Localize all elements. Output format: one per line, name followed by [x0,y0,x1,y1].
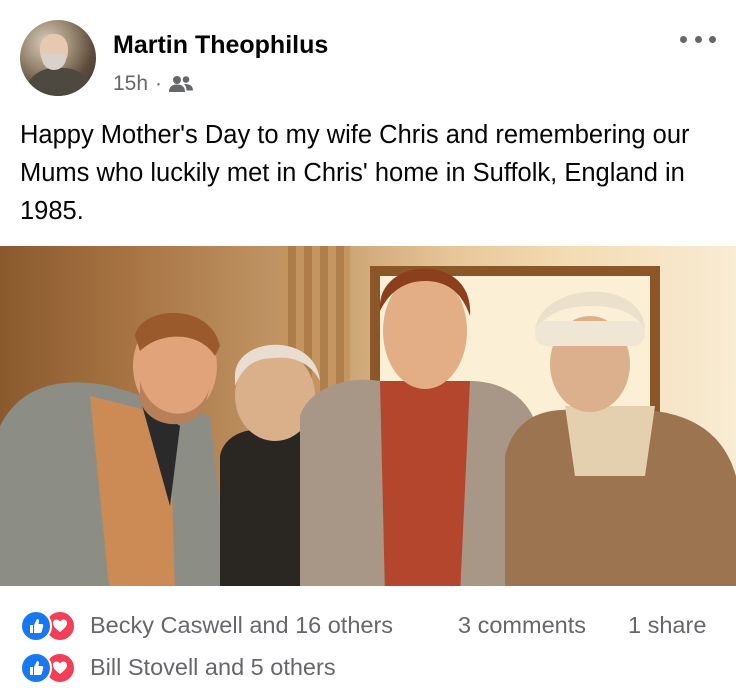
shares-count[interactable]: 1 share [628,612,706,639]
post-photo[interactable] [0,246,736,586]
reactions-summary[interactable]: Bill Stovell and 5 others [90,654,336,681]
more-options-icon[interactable] [680,32,716,46]
meta-separator: · [155,72,163,95]
like-icon [20,610,52,642]
post-text: Happy Mother's Day to my wife Chris and … [20,121,690,225]
comment-reactions-bar: Bill Stovell and 5 others [0,650,736,690]
post-reactions-bar: Becky Caswell and 16 others 3 comments 1… [0,608,736,648]
like-icon [20,652,52,684]
author-name[interactable]: Martin Theophilus [113,31,328,60]
post-meta: 15h · [113,72,194,96]
friends-icon[interactable] [169,75,194,93]
reactions-summary[interactable]: Becky Caswell and 16 others [90,612,393,639]
reaction-icons[interactable] [20,610,82,642]
photo-person-man [0,312,229,586]
photo-person-elderly-woman [505,291,736,586]
post-time[interactable]: 15h [113,72,148,96]
photo-person-woman [300,268,540,586]
reaction-icons[interactable] [20,652,82,684]
post-header: Martin Theophilus 15h · [0,0,736,110]
author-avatar[interactable] [20,20,96,96]
comments-count[interactable]: 3 comments [458,612,586,639]
